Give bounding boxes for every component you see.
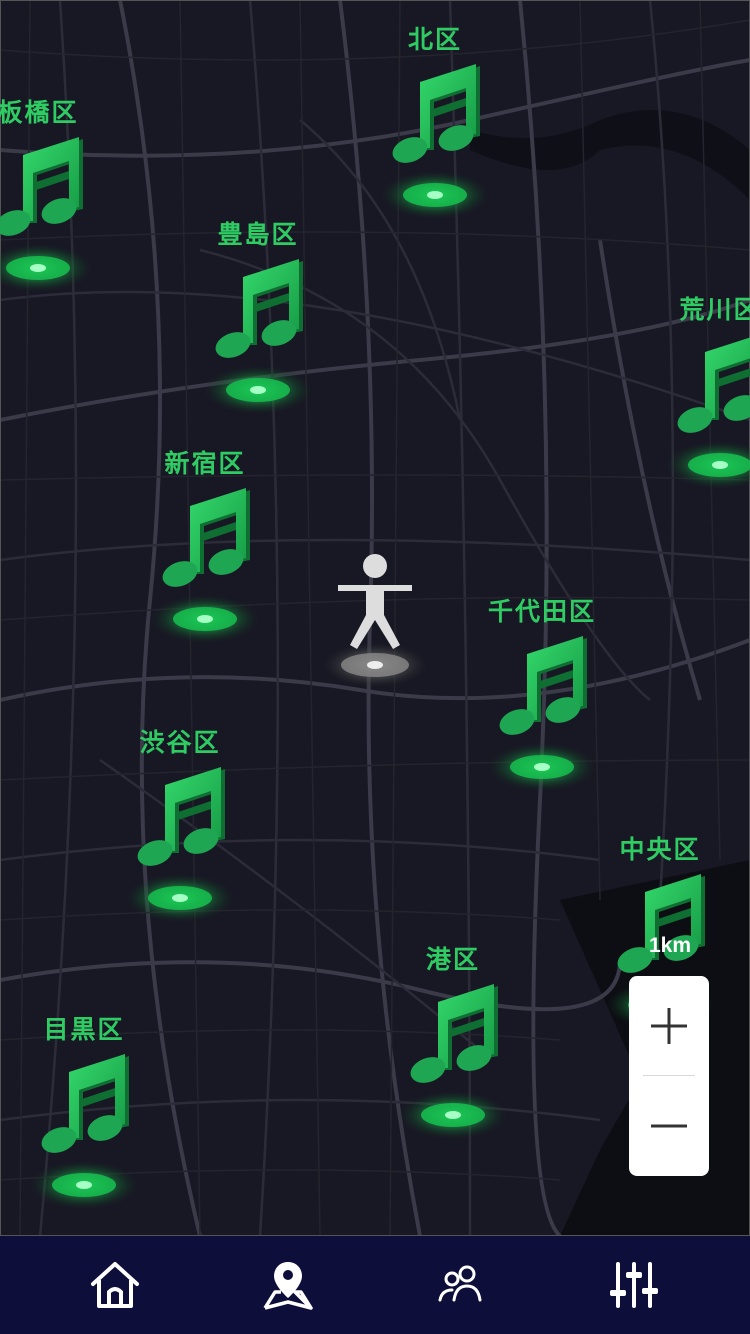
music-note-icon xyxy=(390,60,490,174)
music-note-icon xyxy=(615,870,715,984)
district-label: 渋谷区 xyxy=(139,728,221,757)
music-note-icon xyxy=(135,763,235,877)
marker-glow xyxy=(487,742,597,796)
zoom-in-button[interactable] xyxy=(629,976,709,1075)
music-note-icon xyxy=(160,484,260,598)
map-pin-icon xyxy=(263,1262,313,1310)
district-marker-itabashi[interactable]: 板橋区 xyxy=(0,93,118,333)
marker-glow xyxy=(0,243,93,297)
tab-people[interactable] xyxy=(421,1236,501,1334)
zoom-out-button[interactable] xyxy=(629,1076,709,1175)
people-icon xyxy=(438,1265,482,1302)
home-icon xyxy=(91,1262,139,1308)
music-note-icon xyxy=(675,330,750,444)
district-label: 港区 xyxy=(425,945,480,974)
scale-label: 1km xyxy=(648,934,692,957)
sliders-icon xyxy=(610,1262,658,1308)
marker-glow xyxy=(380,170,490,224)
bottom-tab-bar xyxy=(0,1236,750,1334)
zoom-control xyxy=(629,976,709,1176)
district-label: 中央区 xyxy=(619,835,701,864)
person-icon xyxy=(323,554,427,687)
tab-settings[interactable] xyxy=(594,1236,674,1334)
district-label: 北区 xyxy=(407,25,462,54)
marker-glow xyxy=(203,365,313,419)
tab-map[interactable] xyxy=(248,1236,328,1334)
music-note-icon xyxy=(497,632,597,746)
district-marker-minato[interactable]: 港区 xyxy=(373,940,533,1180)
marker-glow xyxy=(665,440,750,494)
marker-glow xyxy=(398,1090,508,1144)
marker-glow xyxy=(125,873,235,927)
plus-icon xyxy=(651,1007,687,1044)
music-note-icon xyxy=(213,255,313,369)
district-label: 目黒区 xyxy=(43,1015,125,1044)
district-marker-meguro[interactable]: 目黒区 xyxy=(4,1010,164,1236)
district-marker-toshima[interactable]: 豊島区 xyxy=(178,215,338,455)
user-location-marker[interactable] xyxy=(320,545,430,695)
music-note-icon xyxy=(0,133,93,247)
district-label: 豊島区 xyxy=(217,220,299,249)
tab-home[interactable] xyxy=(75,1236,155,1334)
district-marker-shinjuku[interactable]: 新宿区 xyxy=(125,444,285,684)
district-marker-chiyoda[interactable]: 千代田区 xyxy=(462,592,622,832)
district-label: 荒川区 xyxy=(679,295,750,324)
district-marker-arakawa[interactable]: 荒川区 xyxy=(640,290,750,530)
district-label: 板橋区 xyxy=(0,98,79,127)
music-note-icon xyxy=(408,980,508,1094)
marker-glow xyxy=(150,594,260,648)
district-label: 新宿区 xyxy=(164,449,246,478)
music-note-icon xyxy=(39,1050,139,1164)
marker-glow xyxy=(29,1160,139,1214)
district-marker-kita[interactable]: 北区 xyxy=(355,20,515,260)
minus-icon xyxy=(651,1124,687,1127)
district-label: 千代田区 xyxy=(487,597,596,626)
district-marker-shibuya[interactable]: 渋谷区 xyxy=(100,723,260,963)
map-view[interactable]: 北区 板橋区 豊島区 荒川区 新宿区 千代田区 渋谷区 中央区 港区 目黒区 1… xyxy=(0,0,750,1236)
